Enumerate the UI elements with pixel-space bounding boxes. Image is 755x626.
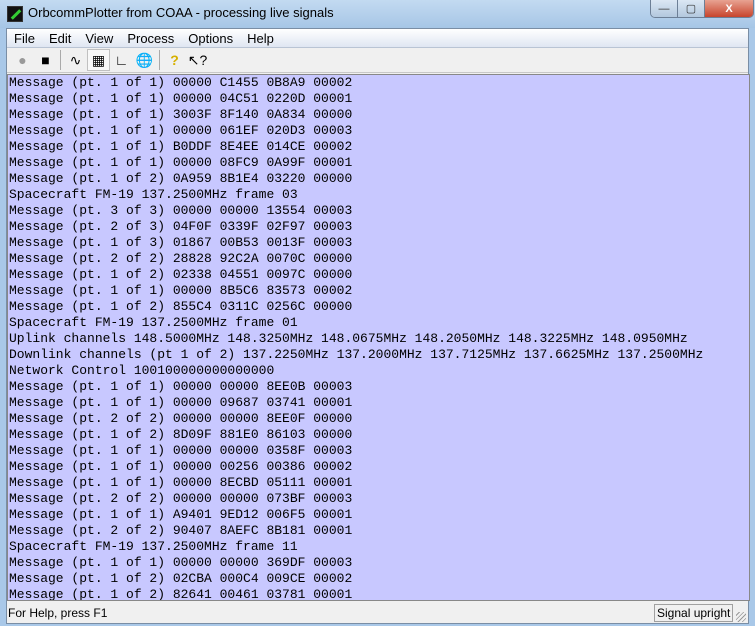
axes-button[interactable]: ∟ (110, 49, 133, 71)
log-line: Message (pt. 1 of 2) 82641 00461 03781 0… (9, 587, 353, 601)
resize-grip[interactable] (736, 612, 746, 622)
log-line: Message (pt. 1 of 1) A9401 9ED12 006F5 0… (9, 507, 353, 522)
log-line: Message (pt. 1 of 1) 00000 00000 0358F 0… (9, 443, 353, 458)
globe-button[interactable]: 🌐 (133, 49, 156, 71)
log-line: Message (pt. 1 of 1) 00000 00000 369DF 0… (9, 555, 353, 570)
menu-bar: File Edit View Process Options Help (7, 29, 748, 48)
log-line: Message (pt. 1 of 1) 00000 00256 00386 0… (9, 459, 353, 474)
window-title: OrbcommPlotter from COAA - processing li… (28, 5, 334, 20)
log-line: Message (pt. 1 of 1) 00000 04C51 0220D 0… (9, 91, 353, 106)
log-line: Message (pt. 1 of 1) 00000 8ECBD 05111 0… (9, 475, 353, 490)
status-help-text: For Help, press F1 (8, 606, 108, 620)
status-bar: For Help, press F1 Signal upright (7, 602, 748, 624)
log-line: Network Control 100100000000000000 (9, 363, 275, 378)
log-line: Message (pt. 1 of 1) B0DDF 8E4EE 014CE 0… (9, 139, 353, 154)
signal-status-panel: Signal upright (654, 604, 733, 622)
menu-edit[interactable]: Edit (42, 29, 78, 47)
record-button[interactable]: ● (11, 49, 34, 71)
waveform-icon: ∿ (69, 51, 82, 68)
main-window: File Edit View Process Options Help ● ■ ∿ ▦ ∟ 🌐? ↖?… (6, 28, 750, 624)
axes-icon: ∟ (114, 52, 129, 68)
log-line: Spacecraft FM-19 137.2500MHz frame 11 (9, 539, 298, 554)
toolbar-separator (159, 50, 160, 70)
log-line: Message (pt. 1 of 2) 855C4 0311C 0256C 0… (9, 299, 353, 314)
grid-button[interactable]: ▦ (87, 49, 110, 71)
window-controls: — ▢ X (650, 0, 754, 18)
stop-icon: ■ (41, 52, 50, 68)
app-icon (7, 6, 23, 22)
log-line: Message (pt. 1 of 1) 3003F 8F140 0A834 0… (9, 107, 353, 122)
close-button[interactable]: X (705, 0, 753, 17)
title-bar: OrbcommPlotter from COAA - processing li… (0, 0, 755, 28)
log-line: Message (pt. 1 of 1) 00000 C1455 0B8A9 0… (9, 75, 353, 90)
waveform-button[interactable]: ∿ (64, 49, 87, 71)
help-icon: ? (170, 52, 179, 68)
globe-icon: 🌐 (135, 51, 154, 68)
log-line: Message (pt. 2 of 2) 00000 00000 8EE0F 0… (9, 411, 353, 426)
log-line: Message (pt. 2 of 2) 28828 92C2A 0070C 0… (9, 251, 353, 266)
log-line: Message (pt. 1 of 2) 02338 04551 0097C 0… (9, 267, 353, 282)
log-line: Message (pt. 1 of 2) 0A959 8B1E4 03220 0… (9, 171, 353, 186)
maximize-button[interactable]: ▢ (678, 0, 705, 17)
toolbar-separator (60, 50, 61, 70)
log-line: Message (pt. 1 of 1) 00000 00000 8EE0B 0… (9, 379, 353, 394)
log-line: Downlink channels (pt 1 of 2) 137.2250MH… (9, 347, 704, 362)
grid-icon: ▦ (91, 51, 106, 68)
log-line: Message (pt. 1 of 3) 01867 00B53 0013F 0… (9, 235, 353, 250)
menu-file[interactable]: File (7, 29, 42, 47)
stop-button[interactable]: ■ (34, 49, 57, 71)
log-line: Spacecraft FM-19 137.2500MHz frame 01 (9, 315, 298, 330)
minimize-button[interactable]: — (651, 0, 678, 17)
log-line: Message (pt. 2 of 2) 90407 8AEFC 8B181 0… (9, 523, 353, 538)
log-line: Message (pt. 1 of 1) 00000 061EF 020D3 0… (9, 123, 353, 138)
log-line: Uplink channels 148.5000MHz 148.3250MHz … (9, 331, 688, 346)
log-line: Message (pt. 1 of 2) 8D09F 881E0 86103 0… (9, 427, 353, 442)
record-icon: ● (18, 52, 27, 68)
log-line: Message (pt. 3 of 3) 00000 00000 13554 0… (9, 203, 353, 218)
context-help-icon: ↖? (187, 51, 208, 68)
log-line: Message (pt. 1 of 2) 02CBA 000C4 009CE 0… (9, 571, 353, 586)
menu-help[interactable]: Help (240, 29, 281, 47)
toolbar: ● ■ ∿ ▦ ∟ 🌐? ↖? (7, 48, 748, 73)
menu-process[interactable]: Process (120, 29, 181, 47)
log-line: Message (pt. 1 of 1) 00000 09687 03741 0… (9, 395, 353, 410)
log-line: Message (pt. 1 of 1) 00000 8B5C6 83573 0… (9, 283, 353, 298)
menu-options[interactable]: Options (181, 29, 240, 47)
log-line: Message (pt. 2 of 2) 00000 00000 073BF 0… (9, 491, 353, 506)
log-line: Message (pt. 2 of 3) 04F0F 0339F 02F97 0… (9, 219, 353, 234)
signal-log[interactable]: Message (pt. 1 of 1) 00000 C1455 0B8A9 0… (7, 74, 750, 601)
help-button[interactable]: ? (163, 49, 186, 71)
log-line: Message (pt. 1 of 1) 00000 08FC9 0A99F 0… (9, 155, 353, 170)
log-line: Spacecraft FM-19 137.2500MHz frame 03 (9, 187, 298, 202)
menu-view[interactable]: View (78, 29, 120, 47)
context-help-button[interactable]: ↖? (186, 49, 209, 71)
